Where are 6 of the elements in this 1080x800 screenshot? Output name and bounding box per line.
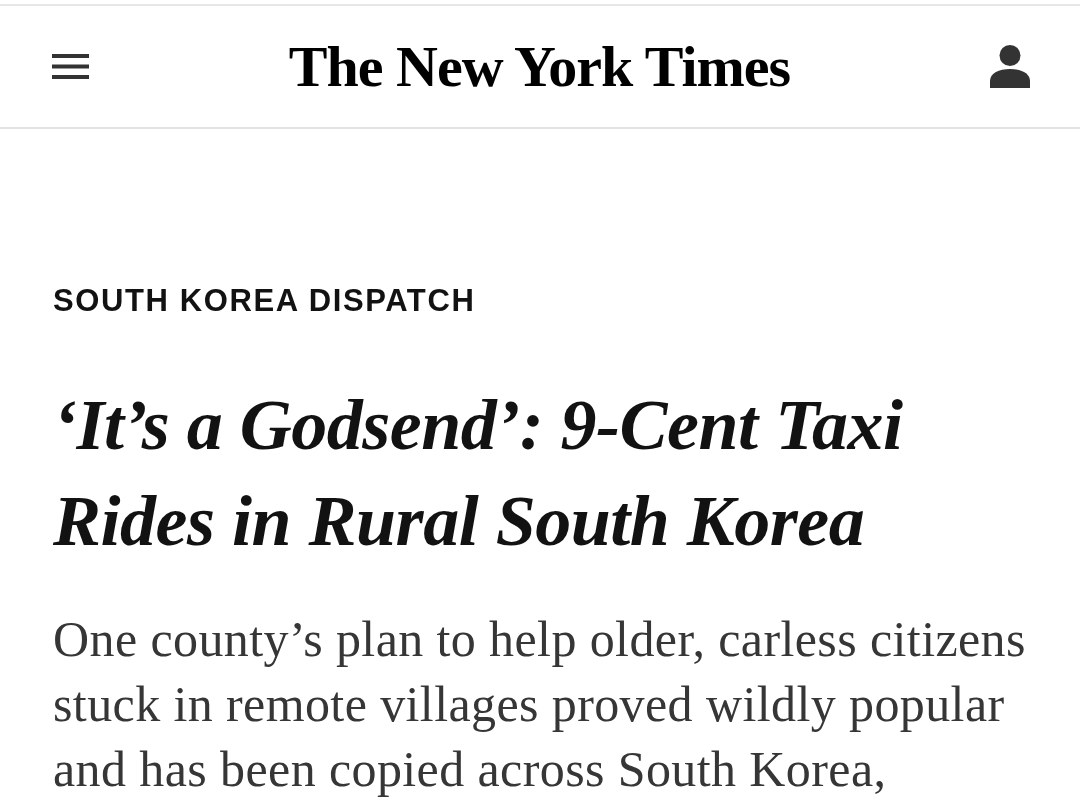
user-icon[interactable] (990, 45, 1030, 88)
article-headline: ‘It’s a Godsend’: 9-Cent Taxi Rides in Rural South Korea (53, 384, 904, 564)
article-summary: One county’s plan to help older, carless citizens stuck in remote villages proved wildly popular and has been copied across South Korea, (53, 610, 1027, 800)
site-logo[interactable]: The New York Times (288, 37, 791, 96)
section-label[interactable]: SOUTH KOREA DISPATCH (53, 282, 476, 320)
menu-icon[interactable] (52, 54, 89, 79)
